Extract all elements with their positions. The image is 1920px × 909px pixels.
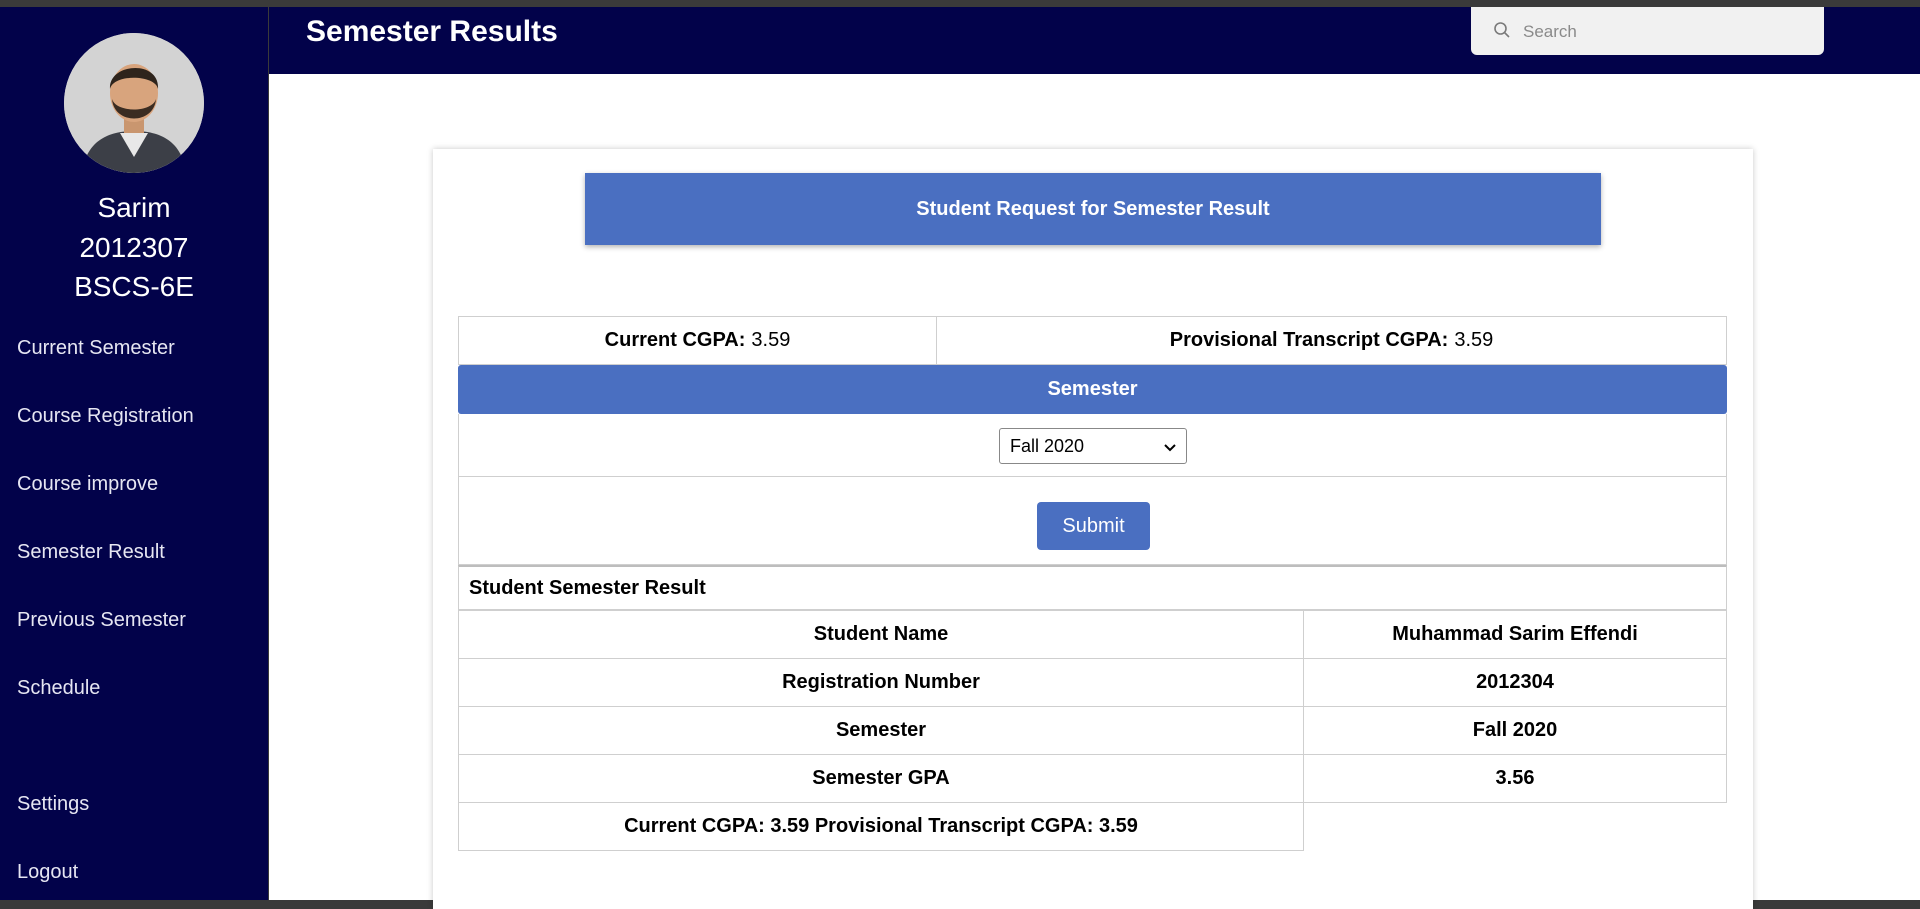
row-label-student-name: Student Name bbox=[458, 610, 1304, 659]
semester-header: Semester bbox=[458, 365, 1727, 414]
semester-select-value: Fall 2020 bbox=[1010, 435, 1085, 456]
row-label-registration-number: Registration Number bbox=[458, 658, 1304, 707]
semester-select-row: Fall 2020 bbox=[458, 414, 1727, 477]
sidebar: Sarim 2012307 BSCS-6E Current Semester C… bbox=[0, 7, 268, 900]
search-icon bbox=[1493, 21, 1511, 44]
nav-logout[interactable]: Logout bbox=[17, 861, 78, 884]
nav-schedule[interactable]: Schedule bbox=[17, 677, 100, 700]
provisional-cgpa-cell: Provisional Transcript CGPA: 3.59 bbox=[937, 317, 1726, 364]
current-cgpa-cell: Current CGPA: 3.59 bbox=[459, 317, 937, 364]
row-label-semester-gpa: Semester GPA bbox=[458, 754, 1304, 803]
table-row: Student Name Muhammad Sarim Effendi bbox=[458, 610, 1727, 659]
student-id: 2012307 bbox=[79, 232, 189, 263]
semester-select[interactable]: Fall 2020 bbox=[999, 428, 1187, 464]
request-banner: Student Request for Semester Result bbox=[585, 173, 1601, 245]
avatar-image bbox=[64, 33, 204, 173]
current-cgpa-label: Current CGPA: bbox=[604, 329, 746, 351]
empty-cell bbox=[1304, 803, 1727, 851]
current-cgpa-value: 3.59 bbox=[751, 329, 791, 351]
search-input[interactable] bbox=[1521, 19, 1815, 45]
provisional-cgpa-label: Provisional Transcript CGPA: bbox=[1169, 329, 1449, 351]
row-value-semester: Fall 2020 bbox=[1303, 706, 1727, 755]
student-name: Sarim bbox=[97, 192, 171, 223]
nav-course-registration[interactable]: Course Registration bbox=[17, 405, 194, 428]
row-label-semester: Semester bbox=[458, 706, 1304, 755]
nav-current-semester[interactable]: Current Semester bbox=[17, 337, 175, 360]
avatar bbox=[64, 33, 204, 173]
row-value-student-name: Muhammad Sarim Effendi bbox=[1303, 610, 1727, 659]
student-program: BSCS-6E bbox=[74, 271, 194, 302]
cgpa-summary: Current CGPA: 3.59 Provisional Transcrip… bbox=[458, 802, 1304, 851]
table-row: Semester Fall 2020 bbox=[458, 706, 1727, 755]
table-row: Registration Number 2012304 bbox=[458, 658, 1727, 707]
table-row: Semester GPA 3.56 bbox=[458, 754, 1727, 803]
chevron-down-icon bbox=[1164, 436, 1176, 457]
nav-previous-semester[interactable]: Previous Semester bbox=[17, 609, 186, 632]
result-section-title: Student Semester Result bbox=[458, 565, 1727, 610]
row-value-semester-gpa: 3.56 bbox=[1303, 754, 1727, 803]
nav-semester-result[interactable]: Semester Result bbox=[17, 541, 165, 564]
result-table: Student Name Muhammad Sarim Effendi Regi… bbox=[458, 610, 1727, 851]
search-box[interactable] bbox=[1471, 7, 1824, 55]
provisional-cgpa-value: 3.59 bbox=[1454, 329, 1494, 351]
submit-button[interactable]: Submit bbox=[1037, 502, 1150, 550]
cgpa-row: Current CGPA: 3.59 Provisional Transcrip… bbox=[458, 316, 1727, 365]
top-bar: Semester Results bbox=[269, 7, 1920, 74]
nav-settings[interactable]: Settings bbox=[17, 793, 89, 816]
nav-course-improve[interactable]: Course improve bbox=[17, 473, 158, 496]
main-content: Semester Results Student Request for Sem… bbox=[269, 7, 1920, 909]
table-row: Current CGPA: 3.59 Provisional Transcrip… bbox=[458, 802, 1727, 851]
submit-row: Submit bbox=[458, 477, 1727, 565]
row-value-registration-number: 2012304 bbox=[1303, 658, 1727, 707]
page-title: Semester Results bbox=[306, 15, 558, 48]
result-card: Student Request for Semester Result Curr… bbox=[433, 149, 1753, 909]
